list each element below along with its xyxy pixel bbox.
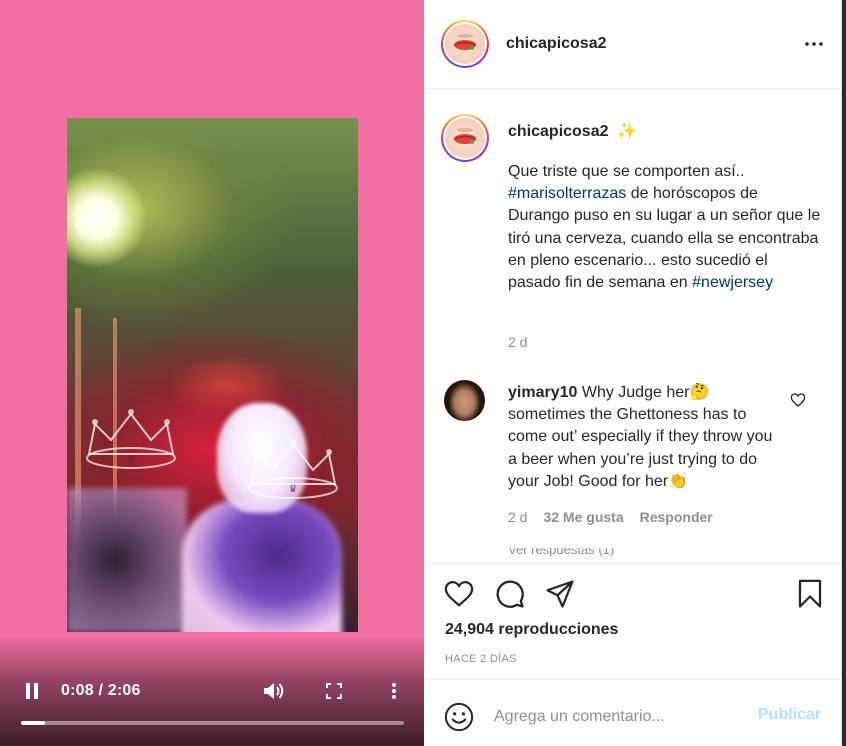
vertical-dots-icon (392, 683, 396, 699)
more-options-icon (805, 42, 823, 46)
caption-time-ago[interactable]: 2 d (508, 334, 527, 350)
heart-icon (444, 580, 474, 607)
video-player[interactable]: ♛ ♛ 0:08 / 2:06 (0, 0, 424, 746)
publish-button[interactable]: Publicar (758, 706, 821, 724)
views-count[interactable]: 24,904 reproducciones (445, 621, 618, 639)
add-comment-section: Publicar (424, 679, 842, 746)
save-button[interactable] (794, 578, 826, 610)
video-more-button[interactable] (382, 680, 406, 702)
crown-watermark: ♛ (248, 439, 338, 499)
performer-body (182, 498, 342, 632)
header-username[interactable]: chicapicosa2 (506, 35, 607, 53)
volume-icon (264, 683, 284, 699)
commenter-avatar[interactable] (444, 380, 485, 421)
comment-time-ago[interactable]: 2 d (508, 509, 527, 525)
hashtag-link[interactable]: #newjersey (692, 274, 773, 291)
comment-meta: 2 d 32 Me gusta Responder (508, 509, 713, 525)
share-button[interactable] (544, 578, 576, 610)
comment-icon (496, 580, 524, 608)
volume-button[interactable] (262, 680, 286, 702)
window-edge (842, 0, 846, 746)
actions-bar: 24,904 reproducciones HACE 2 DÍAS (424, 563, 842, 679)
caption-username-text[interactable]: chicapicosa2 (508, 123, 609, 140)
pause-icon (26, 683, 38, 699)
view-replies-text: Ver respuestas (1) (508, 548, 615, 557)
fullscreen-button[interactable] (322, 680, 346, 702)
view-replies-link[interactable]: Ver respuestas (1) (508, 548, 658, 558)
comment-body: yimary10 Why Judge her🤔 sometimes the Gh… (508, 382, 783, 493)
svg-text:♛: ♛ (127, 454, 136, 465)
post-caption: Que triste que se comporten así.. #maris… (508, 161, 823, 294)
hashtag-link[interactable]: #marisolterrazas (508, 185, 626, 202)
commenter-username[interactable]: yimary10 (508, 384, 577, 401)
like-button[interactable] (443, 578, 475, 610)
video-frame[interactable]: ♛ ♛ (67, 118, 358, 632)
svg-text:♛: ♛ (289, 484, 298, 495)
lips-logo-icon (453, 34, 477, 50)
sparkles-emoji: ✨ (616, 123, 637, 140)
pause-button[interactable] (20, 680, 44, 702)
crowd-blur (67, 488, 187, 632)
comment-likes[interactable]: 32 Me gusta (543, 509, 623, 525)
comment-input[interactable] (494, 702, 744, 732)
caption-text-1: Que triste que se comporten así.. (508, 163, 745, 180)
video-progress-fill (21, 721, 46, 725)
share-icon (546, 580, 574, 608)
video-controls: 0:08 / 2:06 (0, 636, 424, 746)
video-progress-bar[interactable] (21, 721, 404, 725)
caption-username[interactable]: chicapicosa2 ✨ (508, 121, 637, 141)
lips-logo-icon (453, 128, 477, 144)
more-options-button[interactable] (804, 36, 824, 52)
comment-like-heart-icon[interactable] (790, 392, 806, 408)
reply-button[interactable]: Responder (640, 509, 713, 525)
comment-button[interactable] (494, 578, 526, 610)
avatar[interactable] (441, 20, 489, 68)
post-header: chicapicosa2 (424, 0, 842, 89)
video-time-display: 0:08 / 2:06 (61, 682, 141, 699)
bookmark-icon (798, 579, 822, 608)
fullscreen-icon (326, 683, 342, 699)
crown-watermark: ♛ (86, 409, 176, 469)
post-info-panel: chicapicosa2 chicapicosa2 ✨ Que triste q… (424, 0, 842, 746)
post-date[interactable]: HACE 2 DÍAS (445, 653, 517, 665)
emoji-icon[interactable] (444, 702, 474, 732)
caption-avatar[interactable] (441, 114, 489, 162)
